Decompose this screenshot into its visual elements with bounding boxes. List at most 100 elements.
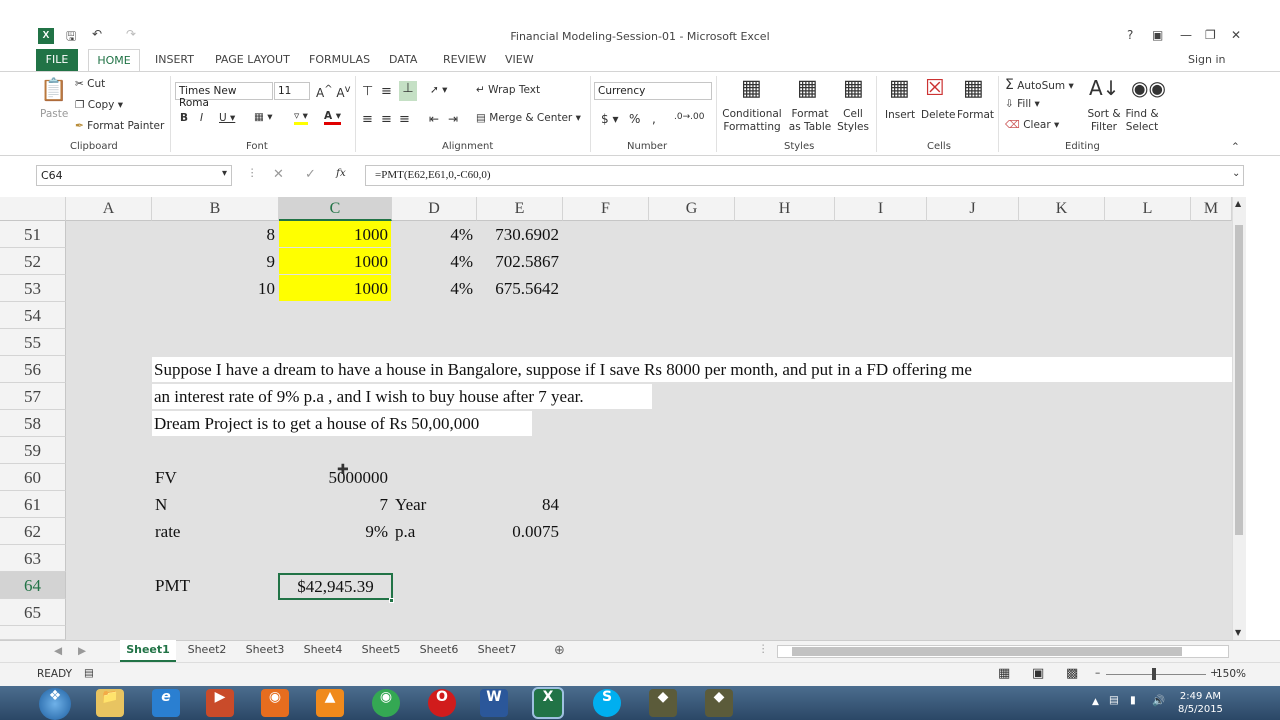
cell-styles-icon[interactable]: ▦ [843,76,864,101]
sheet-tab-1[interactable]: Sheet1 [120,640,176,662]
number-format-select[interactable]: Currency [594,82,712,100]
page-layout-view-icon[interactable]: ▣ [1032,666,1044,681]
clear-button[interactable]: ⌫ Clear ▾ [1005,119,1059,131]
volume-icon[interactable]: 🔊 [1152,694,1165,707]
col-header-l[interactable]: L [1105,197,1191,221]
cell-b51[interactable]: 8 [152,221,279,248]
cell-e53[interactable]: 675.5642 [477,275,563,302]
top-align-icon[interactable]: ⊤ [362,84,373,99]
minimize-icon[interactable]: — [1180,28,1192,42]
sheet-tab-2[interactable]: Sheet2 [180,640,234,662]
tab-view[interactable]: VIEW [505,53,534,66]
col-header-c[interactable]: C [279,197,392,221]
col-header-j[interactable]: J [927,197,1019,221]
row-header[interactable]: 52 [0,248,66,275]
cancel-icon[interactable]: ✕ [273,167,284,182]
find-select-button[interactable]: Find & Select [1123,108,1161,134]
col-header-h[interactable]: H [735,197,835,221]
cell-c62[interactable]: 9% [279,518,392,545]
app-icon-1[interactable]: ◆ [649,689,677,717]
help-icon[interactable]: ? [1127,28,1133,42]
autosum-button[interactable]: Σ AutoSum ▾ [1005,77,1074,93]
currency-icon[interactable]: $ ▾ [601,112,618,126]
name-box[interactable]: C64 [36,165,232,186]
font-color-icon[interactable]: A ▾ [324,110,342,125]
paste-button[interactable]: Paste [40,108,68,120]
sort-filter-button[interactable]: Sort & Filter [1086,108,1122,134]
align-right-icon[interactable]: ≡ [399,112,410,127]
battery-icon[interactable]: ▮ [1130,694,1136,706]
cell-c52[interactable]: 1000 [279,248,392,275]
col-header-m[interactable]: M [1191,197,1232,221]
fill-button[interactable]: ⇩ Fill ▾ [1005,98,1040,110]
next-sheet-icon[interactable]: ▶ [78,645,86,657]
zoom-slider[interactable] [1106,674,1206,675]
cell-b53[interactable]: 10 [152,275,279,302]
new-sheet-icon[interactable]: ⊕ [554,643,565,658]
format-as-table-button[interactable]: Format as Table [785,108,835,134]
word-icon[interactable]: W [480,689,508,717]
merge-center-button[interactable]: ▤ Merge & Center ▾ [476,112,581,124]
sort-filter-icon[interactable]: A↓ [1089,76,1119,100]
cell-c60[interactable]: 5000000 [279,464,392,491]
network-icon[interactable]: ▤ [1109,694,1119,706]
conditional-formatting-button[interactable]: Conditional Formatting [722,108,782,134]
sheet-tab-6[interactable]: Sheet6 [412,640,466,662]
start-button-icon[interactable]: ❖ [39,688,71,720]
sign-in-link[interactable]: Sign in [1188,53,1226,66]
normal-view-icon[interactable]: ▦ [998,666,1010,681]
prev-sheet-icon[interactable]: ◀ [54,645,62,657]
sheet-tab-7[interactable]: Sheet7 [470,640,524,662]
opera-icon[interactable]: O [428,689,456,717]
copy-button[interactable]: ❐ Copy ▾ [75,99,123,111]
col-header-f[interactable]: F [563,197,649,221]
zoom-out-icon[interactable]: – [1095,667,1100,679]
font-grow-icon[interactable]: A^ Av [316,84,351,100]
show-hidden-icons-icon[interactable]: ▲ [1092,697,1099,707]
format-cells-button[interactable]: Format [957,109,994,121]
formula-input[interactable]: =PMT(E62,E61,0,-C60,0) [365,165,1244,186]
cell-b58[interactable]: Dream Project is to get a house of Rs 50… [154,410,479,437]
underline-button[interactable]: U ▾ [219,112,235,124]
cell-b60[interactable]: FV [152,464,279,491]
tab-split-icon[interactable]: ⋮ [758,643,769,655]
row-header[interactable]: 61 [0,491,66,518]
cell-e61[interactable]: 84 [477,491,563,518]
internet-explorer-icon[interactable]: e [152,689,180,717]
enter-icon[interactable]: ✓ [305,167,316,182]
row-header[interactable]: 62 [0,518,66,545]
tab-formulas[interactable]: FORMULAS [309,53,370,66]
col-header-g[interactable]: G [649,197,735,221]
cell-b57[interactable]: an interest rate of 9% p.a , and I wish … [154,383,584,410]
scroll-down-icon[interactable]: ▼ [1235,628,1241,637]
cell-c53[interactable]: 1000 [279,275,392,302]
increase-indent-icon[interactable]: ⇥ [448,112,458,126]
tab-file[interactable]: FILE [36,49,78,71]
chrome-icon[interactable]: ◉ [372,689,400,717]
page-break-view-icon[interactable]: ▩ [1066,666,1078,681]
bold-button[interactable]: B [180,112,188,124]
orientation-icon[interactable]: ➚ ▾ [430,84,447,96]
bottom-align-icon[interactable]: ⊥ [399,81,417,101]
fill-color-icon[interactable]: ▿ ▾ [294,110,308,125]
delete-cells-icon[interactable]: ☒ [925,76,945,101]
cell-c51[interactable]: 1000 [279,221,392,248]
insert-function-icon[interactable]: fx [336,167,346,179]
cell-b56[interactable]: Suppose I have a dream to have a house i… [154,356,972,383]
horizontal-scroll-thumb[interactable] [792,647,1182,656]
font-size-select[interactable]: 11 [274,82,310,100]
sheet-tab-3[interactable]: Sheet3 [238,640,292,662]
cell-b61[interactable]: N [152,491,279,518]
tab-page-layout[interactable]: PAGE LAYOUT [215,53,290,66]
excel-taskbar-icon[interactable]: X [532,687,564,719]
ribbon-display-icon[interactable]: ▣ [1152,28,1163,42]
tab-review[interactable]: REVIEW [443,53,486,66]
firefox-icon[interactable]: ◉ [261,689,289,717]
cell-e51[interactable]: 730.6902 [477,221,563,248]
borders-icon[interactable]: ▦ ▾ [254,111,273,123]
font-name-select[interactable]: Times New Roma [175,82,273,109]
select-all-corner[interactable] [0,197,66,221]
cell-d52[interactable]: 4% [392,248,477,275]
col-header-b[interactable]: B [152,197,279,221]
macro-record-icon[interactable]: ▤ [84,667,94,679]
